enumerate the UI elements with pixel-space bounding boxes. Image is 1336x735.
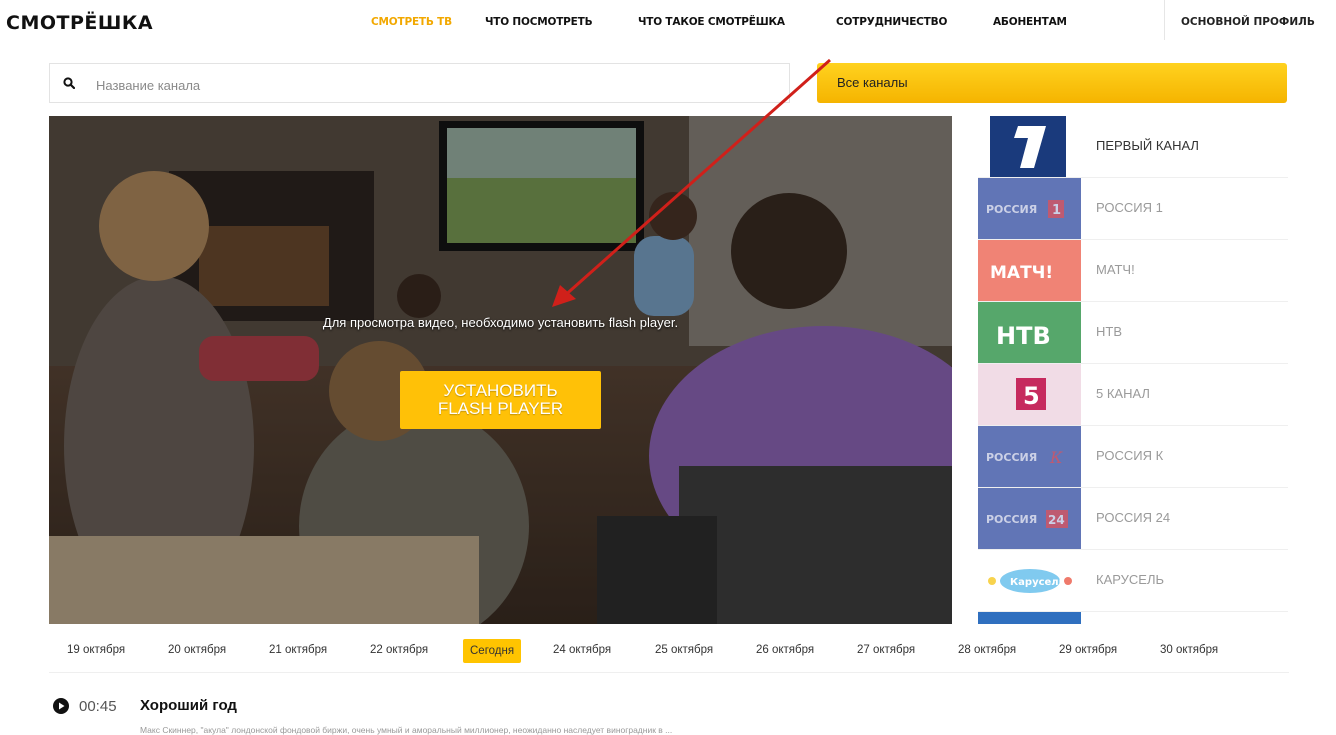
channel-logo-rossiyak: РОССИЯ К xyxy=(978,426,1081,487)
profile-menu[interactable]: ОСНОВНОЙ ПРОФИЛЬ xyxy=(1164,0,1336,40)
channel-item-rossiyak[interactable]: РОССИЯ К РОССИЯ К xyxy=(978,426,1288,488)
channel-name: РОССИЯ 1 xyxy=(1096,200,1163,215)
channel-item-rossiya1[interactable]: РОССИЯ 1 РОССИЯ 1 xyxy=(978,178,1288,240)
date-item[interactable]: 24 октября xyxy=(553,644,611,656)
install-flash-line2: FLASH PLAYER xyxy=(437,399,564,418)
channel-logo-rossiya24: РОССИЯ 24 xyxy=(978,488,1081,549)
nav-what-is[interactable]: ЧТО ТАКОЕ СМОТРЁШКА xyxy=(638,16,785,28)
channel-name: МАТЧ! xyxy=(1096,262,1135,277)
date-item[interactable]: 28 октября xyxy=(958,644,1016,656)
date-item-today[interactable]: Сегодня xyxy=(463,639,522,663)
channel-name: НТВ xyxy=(1096,324,1122,339)
profile-label: ОСНОВНОЙ ПРОФИЛЬ xyxy=(1181,16,1315,28)
nav-what-to-watch[interactable]: ЧТО ПОСМОТРЕТЬ xyxy=(485,16,593,28)
date-item[interactable]: 21 октября xyxy=(269,644,327,656)
channel-name: ПЕРВЫЙ КАНАЛ xyxy=(1096,138,1199,153)
channel-item-match[interactable]: МАТЧ! МАТЧ! xyxy=(978,240,1288,302)
date-item[interactable]: 20 октября xyxy=(168,644,226,656)
channel-logo-5kanal: 5 xyxy=(978,364,1081,425)
svg-text:5: 5 xyxy=(1023,382,1040,410)
all-channels-dropdown[interactable]: Все каналы xyxy=(817,63,1287,103)
channel-logo-match: МАТЧ! xyxy=(978,240,1081,301)
program-description: Макс Скиннер, "акула" лондонской фондово… xyxy=(140,725,673,735)
channel-logo-next xyxy=(978,612,1081,624)
channel-name: 5 КАНАЛ xyxy=(1096,386,1150,401)
install-flash-button[interactable]: УСТАНОВИТЬ FLASH PLAYER xyxy=(400,371,601,429)
nav-partnership[interactable]: СОТРУДНИЧЕСТВО xyxy=(836,16,947,28)
channel-logo-perviy xyxy=(990,116,1066,177)
channel-item-ntv[interactable]: НТВ НТВ xyxy=(978,302,1288,364)
channel-logo-karusel: Карусель xyxy=(978,550,1081,611)
date-item[interactable]: 27 октября xyxy=(857,644,915,656)
channel-name: РОССИЯ К xyxy=(1096,448,1164,463)
channel-item-5kanal[interactable]: 5 5 КАНАЛ xyxy=(978,364,1288,426)
date-item[interactable]: 25 октября xyxy=(655,644,713,656)
channel-name: КАРУСЕЛЬ xyxy=(1096,572,1165,587)
search-icon xyxy=(63,77,75,89)
channel-logo-rossiya1: РОССИЯ 1 xyxy=(978,178,1081,239)
channel-list: ПЕРВЫЙ КАНАЛ РОССИЯ 1 РОССИЯ 1 МАТЧ! МАТЧ… xyxy=(978,116,1288,624)
channel-item-perviy[interactable]: ПЕРВЫЙ КАНАЛ xyxy=(978,116,1288,178)
site-logo[interactable]: СМОТРЁШКА xyxy=(6,12,153,34)
install-flash-line1: УСТАНОВИТЬ xyxy=(443,381,558,400)
program-title[interactable]: Хороший год xyxy=(140,697,237,714)
channel-logo-ntv: НТВ xyxy=(978,302,1081,363)
annotation-arrow xyxy=(552,58,831,307)
date-item[interactable]: 26 октября xyxy=(756,644,814,656)
program-time: 00:45 xyxy=(79,698,117,715)
nav-subscribers[interactable]: АБОНЕНТАМ xyxy=(993,16,1067,28)
date-item[interactable]: 29 октября xyxy=(1059,644,1117,656)
channel-item-karusel[interactable]: Карусель КАРУСЕЛЬ xyxy=(978,550,1288,612)
nav-watch-tv[interactable]: СМОТРЕТЬ ТВ xyxy=(371,16,452,28)
date-item[interactable]: 19 октября xyxy=(67,644,125,656)
date-selector: 19 октября 20 октября 21 октября 22 октя… xyxy=(49,638,1289,673)
all-channels-label: Все каналы xyxy=(837,75,908,90)
date-item[interactable]: 22 октября xyxy=(370,644,428,656)
channel-item-rossiya24[interactable]: РОССИЯ 24 РОССИЯ 24 xyxy=(978,488,1288,550)
channel-item-next[interactable] xyxy=(978,612,1288,624)
date-item[interactable]: 30 октября xyxy=(1160,644,1218,656)
play-icon[interactable] xyxy=(53,698,69,714)
channel-name: РОССИЯ 24 xyxy=(1096,510,1171,525)
flash-required-message: Для просмотра видео, необходимо установи… xyxy=(322,315,679,330)
